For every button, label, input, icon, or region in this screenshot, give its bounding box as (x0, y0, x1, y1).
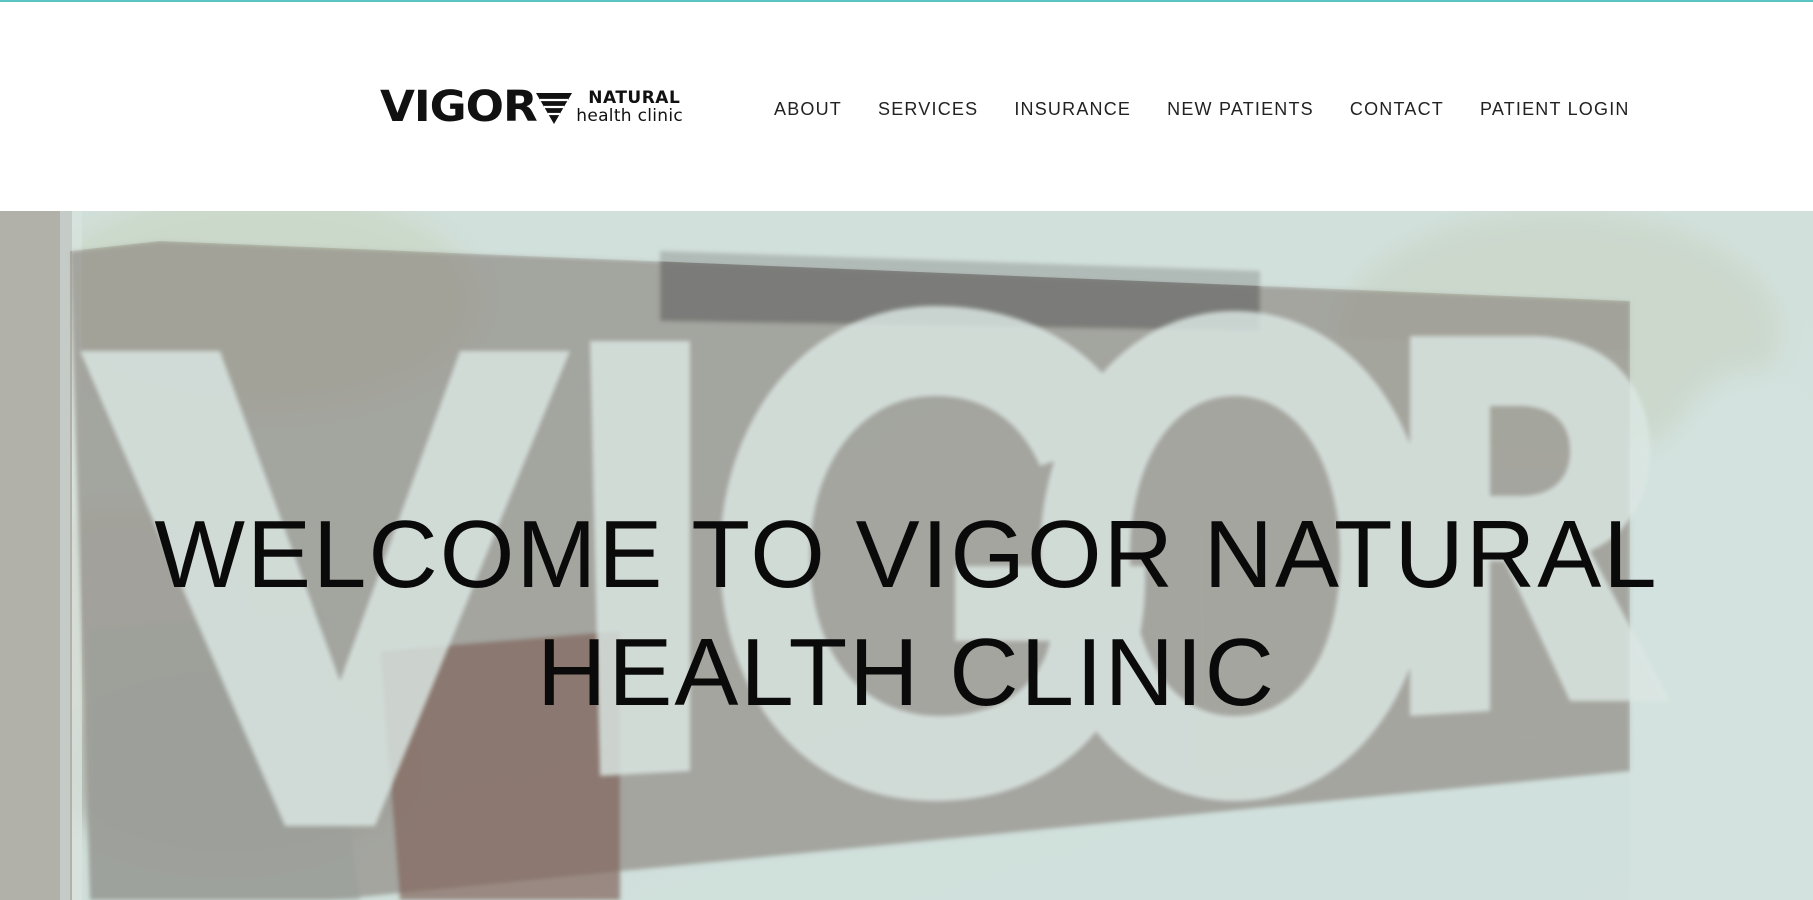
nav-link-contact[interactable]: CONTACT (1350, 98, 1444, 120)
hero-section: WELCOME TO VIGOR NATURAL HEALTH CLINIC (0, 211, 1813, 900)
site-header: VIGOR NATURAL health clinic ABOUT SERVIC… (0, 2, 1813, 211)
hero-title-line1: WELCOME TO VIGOR NATURAL (154, 501, 1659, 608)
nav-link-services[interactable]: SERVICES (878, 98, 978, 120)
hero-title-line2: HEALTH CLINIC (536, 619, 1276, 726)
logo-tagline: NATURAL health clinic (576, 87, 684, 126)
logo-tagline-health-clinic: health clinic (576, 105, 684, 126)
logo-triangle-icon (536, 93, 573, 124)
nav-link-insurance[interactable]: INSURANCE (1014, 98, 1131, 120)
logo-tagline-natural: NATURAL (588, 87, 681, 108)
logo-wordmark: VIGOR (380, 81, 538, 132)
site-logo[interactable]: VIGOR NATURAL health clinic (380, 84, 683, 130)
hero-title: WELCOME TO VIGOR NATURAL HEALTH CLINIC (0, 496, 1813, 732)
nav-link-new-patients[interactable]: NEW PATIENTS (1167, 98, 1314, 120)
nav-link-patient-login[interactable]: PATIENT LOGIN (1480, 98, 1630, 120)
main-navigation: ABOUT SERVICES INSURANCE NEW PATIENTS CO… (774, 98, 1630, 120)
nav-link-about[interactable]: ABOUT (774, 98, 842, 120)
